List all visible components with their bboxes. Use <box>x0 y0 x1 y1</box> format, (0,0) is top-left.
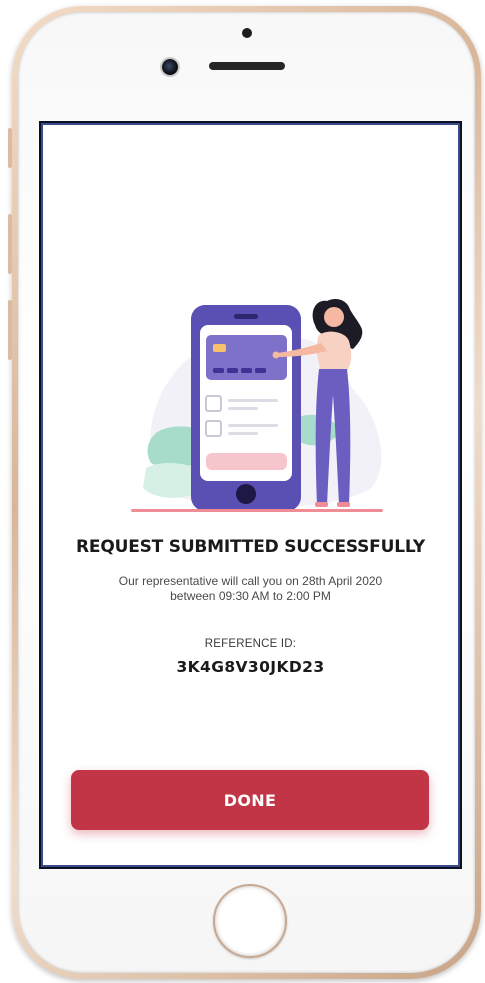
ground-line <box>131 509 383 512</box>
checklist-line <box>228 399 278 402</box>
mute-switch <box>8 300 12 360</box>
earpiece-speaker <box>209 62 285 70</box>
checklist-line <box>228 424 278 427</box>
done-button[interactable]: DONE <box>71 770 429 830</box>
illustration-home-button <box>236 484 256 504</box>
checklist-line <box>228 432 258 435</box>
card-digits <box>213 368 224 373</box>
success-headline: REQUEST SUBMITTED SUCCESSFULLY <box>76 537 425 557</box>
illustration-button <box>206 453 287 470</box>
illustration-speaker <box>234 314 258 319</box>
callback-message-line: between 09:30 AM to 2:00 PM <box>170 589 331 603</box>
front-camera-icon <box>162 59 178 75</box>
woman-with-phone-illustration <box>131 299 383 512</box>
phone-screen: REQUEST SUBMITTED SUCCESSFULLY Our repre… <box>39 121 462 869</box>
volume-down-button <box>8 214 12 274</box>
home-button[interactable] <box>213 884 287 958</box>
card-digits <box>255 368 266 373</box>
woman-face <box>324 307 344 327</box>
callback-message: Our representative will call you on 28th… <box>81 574 420 604</box>
callback-message-line: Our representative will call you on 28th… <box>118 574 383 588</box>
volume-up-button <box>8 128 12 168</box>
reference-id-value: 3K4G8V30JKD23 <box>176 658 325 676</box>
woman-hand <box>272 351 280 359</box>
card-digits <box>227 368 238 373</box>
device-mockup: REQUEST SUBMITTED SUCCESSFULLY Our repre… <box>0 0 485 983</box>
woman-shoe <box>315 502 328 507</box>
card-digits <box>241 368 252 373</box>
checklist-line <box>228 407 258 410</box>
card-chip <box>213 344 226 352</box>
woman-shoe <box>337 502 350 507</box>
reference-id-label: REFERENCE ID: <box>204 638 297 650</box>
proximity-sensor <box>242 28 252 38</box>
